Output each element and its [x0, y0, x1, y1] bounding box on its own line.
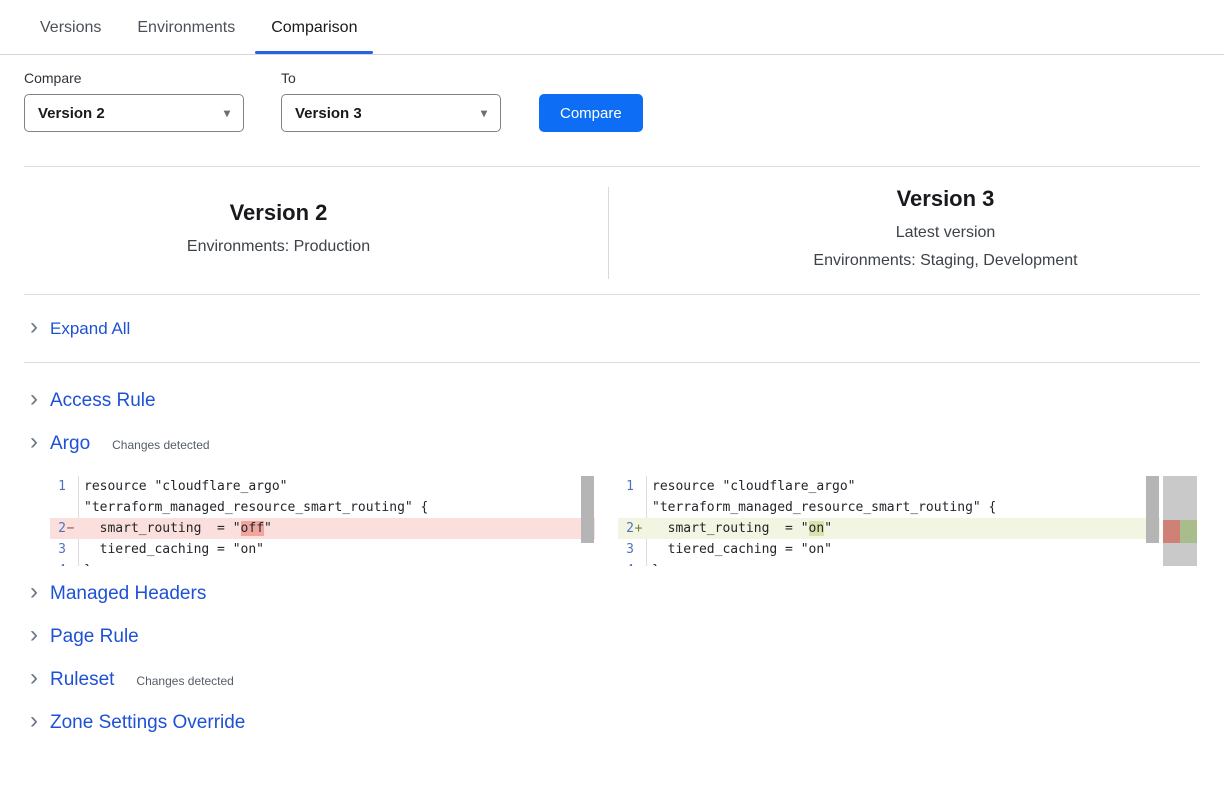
section-zone-settings-override[interactable]: › Zone Settings Override — [0, 701, 1224, 744]
to-label: To — [281, 70, 501, 86]
scrollbar-thumb[interactable] — [581, 476, 594, 543]
tab-environments[interactable]: Environments — [119, 0, 253, 54]
diff-right-scrollbar — [1145, 476, 1160, 566]
scrollbar-thumb[interactable] — [1146, 476, 1159, 543]
compare-button[interactable]: Compare — [539, 94, 643, 132]
section-label: Page Rule — [50, 626, 139, 648]
section-label: Access Rule — [50, 390, 156, 412]
tab-versions[interactable]: Versions — [22, 0, 119, 54]
chevron-right-icon: › — [30, 671, 38, 685]
tabbar: Versions Environments Comparison — [0, 0, 1224, 55]
diff-line: 1resource "cloudflare_argo" — [618, 476, 1160, 497]
minimap-removed-marker — [1163, 520, 1180, 543]
chevron-right-icon: › — [30, 628, 38, 642]
changes-detected-badge: Changes detected — [112, 435, 209, 452]
diff-line: 3 tiered_caching = "on" — [618, 539, 1160, 560]
active-tab-underline — [255, 51, 373, 54]
section-ruleset[interactable]: › Ruleset Changes detected — [0, 658, 1224, 701]
version-right-title: Version 3 — [667, 186, 1224, 212]
version-left-header: Version 2 Environments: Production — [0, 200, 612, 261]
diff-right-pane: 1resource "cloudflare_argo""terraform_ma… — [618, 476, 1160, 566]
tab-comparison-label: Comparison — [271, 19, 357, 36]
section-label: Managed Headers — [50, 583, 206, 605]
section-label: Ruleset — [50, 669, 114, 691]
minimap-added-marker — [1180, 520, 1197, 543]
changes-detected-badge: Changes detected — [136, 671, 233, 688]
diff-minimap — [1163, 476, 1197, 566]
tab-comparison[interactable]: Comparison — [253, 0, 375, 54]
diff-line: 2+ smart_routing = "on" — [618, 518, 1160, 539]
compare-label: Compare — [24, 70, 244, 86]
caret-down-icon: ▾ — [224, 106, 230, 120]
section-list: › Access Rule › Argo Changes detected 1r… — [0, 363, 1224, 744]
section-access-rule[interactable]: › Access Rule — [0, 379, 1224, 422]
tab-versions-label: Versions — [40, 19, 101, 36]
version-right-subtitle-1: Latest version — [667, 219, 1224, 247]
chevron-right-icon: › — [30, 392, 38, 406]
diff-line: 4} — [50, 560, 595, 566]
caret-down-icon: ▾ — [481, 106, 487, 120]
to-version-select[interactable]: Version 3 ▾ — [281, 94, 501, 132]
version-right-header: Version 3 Latest version Environments: S… — [612, 186, 1224, 275]
diff-line: 1resource "cloudflare_argo" — [50, 476, 595, 497]
chevron-right-icon: › — [30, 714, 38, 728]
compare-from-field: Compare Version 2 ▾ — [24, 70, 244, 132]
version-left-subtitle: Environments: Production — [0, 233, 557, 261]
diff-line: "terraform_managed_resource_smart_routin… — [618, 497, 1160, 518]
vertical-divider — [608, 187, 609, 279]
diff-line: 3 tiered_caching = "on" — [50, 539, 595, 560]
diff-left-code: 1resource "cloudflare_argo""terraform_ma… — [50, 476, 595, 566]
to-version-value: Version 3 — [295, 105, 362, 122]
section-label: Zone Settings Override — [50, 712, 245, 734]
diff-line: 4} — [618, 560, 1160, 566]
expand-all-button[interactable]: › Expand All — [0, 295, 1224, 362]
argo-diff-viewer: 1resource "cloudflare_argo""terraform_ma… — [50, 476, 1224, 566]
diff-right-code: 1resource "cloudflare_argo""terraform_ma… — [618, 476, 1160, 566]
expand-all-label: Expand All — [50, 319, 130, 339]
compare-to-field: To Version 3 ▾ — [281, 70, 501, 132]
chevron-right-icon: › — [30, 320, 38, 334]
compare-form: Compare Version 2 ▾ To Version 3 ▾ Compa… — [0, 55, 1224, 132]
diff-left-scrollbar — [580, 476, 595, 566]
diff-line: "terraform_managed_resource_smart_routin… — [50, 497, 595, 518]
version-left-title: Version 2 — [0, 200, 557, 226]
diff-left-pane: 1resource "cloudflare_argo""terraform_ma… — [50, 476, 595, 566]
version-right-subtitle-2: Environments: Staging, Development — [667, 247, 1224, 275]
from-version-value: Version 2 — [38, 105, 105, 122]
section-page-rule[interactable]: › Page Rule — [0, 615, 1224, 658]
section-argo[interactable]: › Argo Changes detected — [0, 422, 1224, 465]
tab-environments-label: Environments — [137, 19, 235, 36]
from-version-select[interactable]: Version 2 ▾ — [24, 94, 244, 132]
section-label: Argo — [50, 433, 90, 455]
version-headers: Version 2 Environments: Production Versi… — [0, 167, 1224, 294]
diff-line: 2− smart_routing = "off" — [50, 518, 595, 539]
chevron-right-icon: › — [30, 585, 38, 599]
chevron-right-icon: › — [30, 435, 38, 449]
section-managed-headers[interactable]: › Managed Headers — [0, 572, 1224, 615]
